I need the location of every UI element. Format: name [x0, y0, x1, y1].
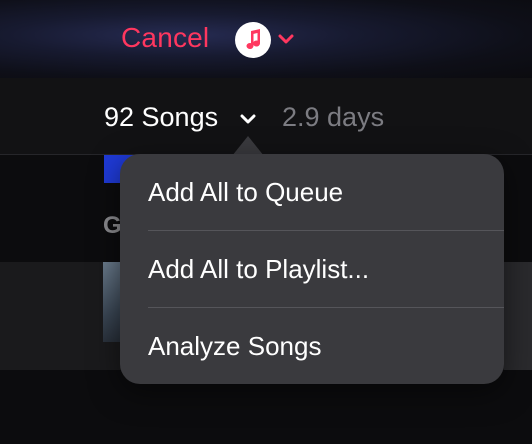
chevron-down-icon[interactable]: [240, 112, 256, 130]
cancel-button[interactable]: Cancel: [121, 22, 209, 54]
analyze-songs-item[interactable]: Analyze Songs: [120, 308, 504, 384]
total-duration-label: 2.9 days: [282, 102, 385, 132]
chevron-down-icon[interactable]: [278, 32, 294, 50]
add-all-to-queue-item[interactable]: Add All to Queue: [120, 154, 504, 230]
actions-popover-menu: Add All to Queue Add All to Playlist... …: [120, 154, 504, 384]
library-summary-bar: [0, 78, 532, 155]
popover-arrow: [232, 136, 264, 156]
music-note-icon[interactable]: [235, 22, 271, 58]
song-count-label[interactable]: 92 Songs: [104, 102, 218, 133]
section-header-initial: G: [103, 212, 122, 239]
row-edge: [504, 262, 532, 370]
add-all-to-playlist-item[interactable]: Add All to Playlist...: [120, 231, 504, 307]
